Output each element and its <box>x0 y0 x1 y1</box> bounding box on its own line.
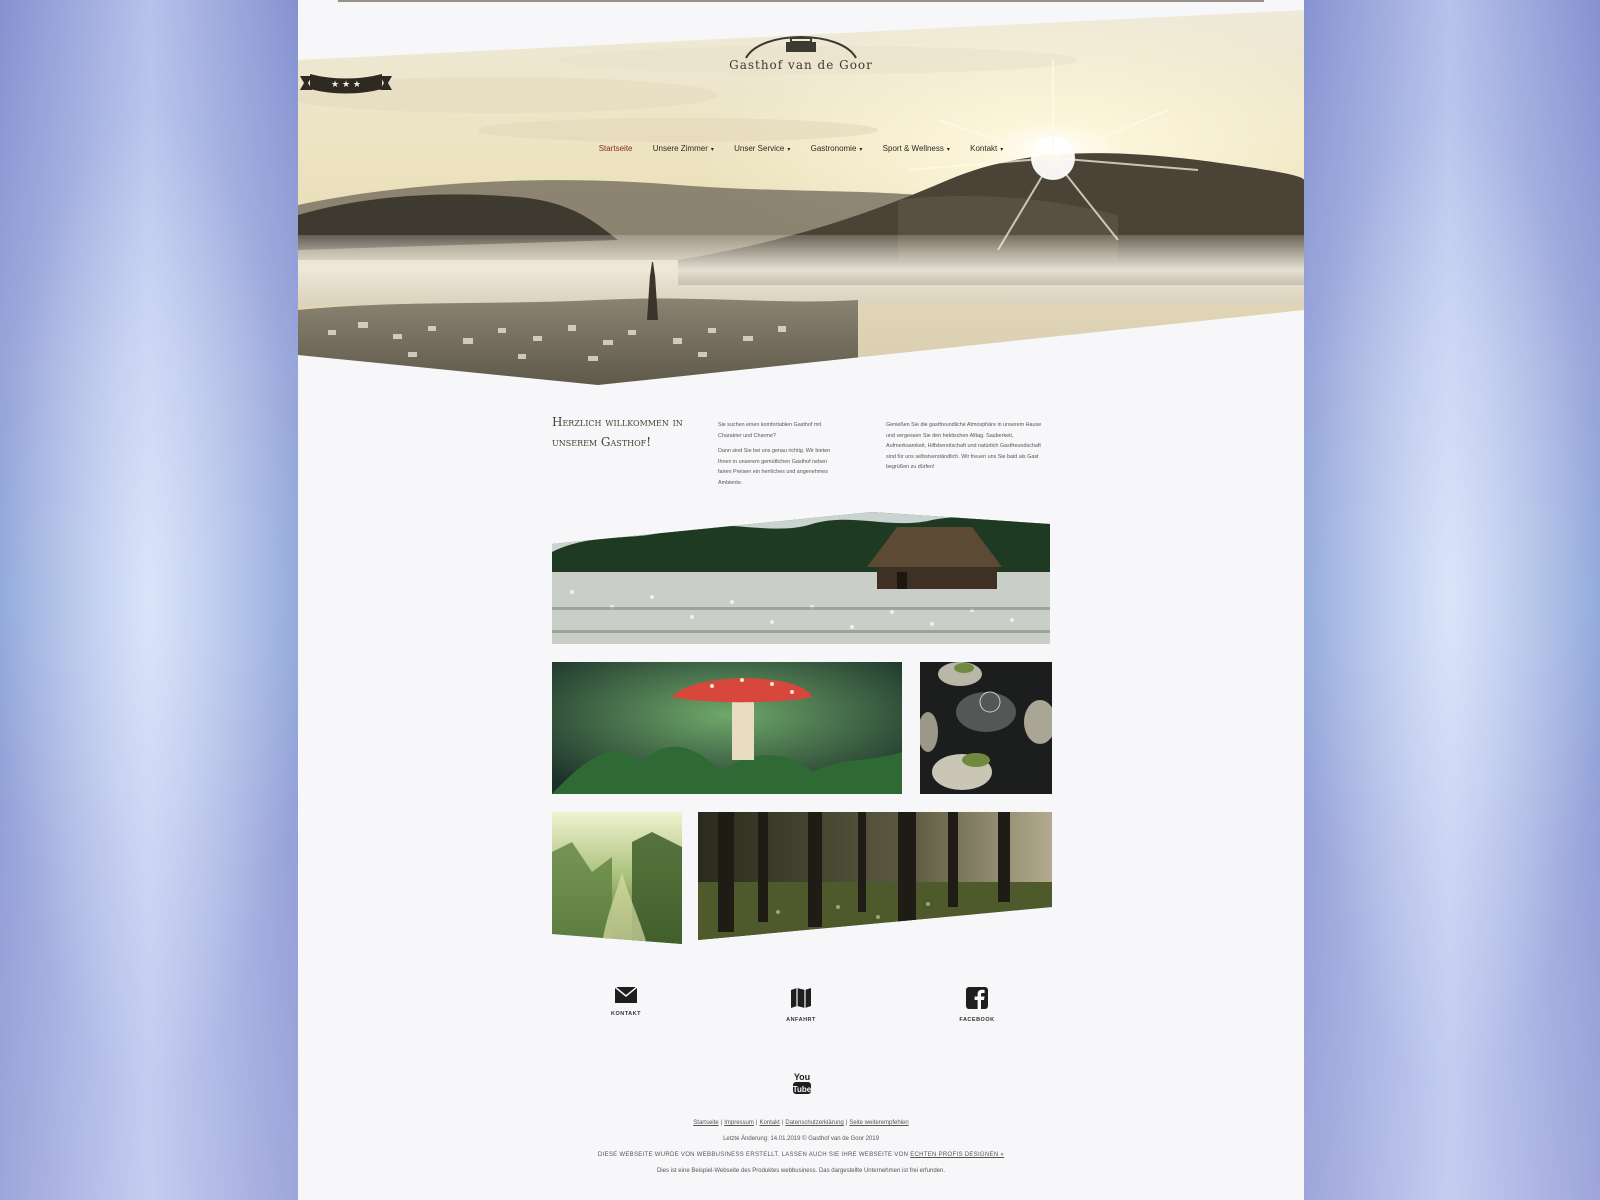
anfahrt-label: Anfahrt <box>786 1017 816 1023</box>
chevron-down-icon: ▾ <box>710 147 714 153</box>
logo-ribbon-icon: ★ ★ ★ <box>300 74 392 94</box>
footer-separator: | <box>781 1120 784 1126</box>
footer-last-change: Letzte Änderung: 14.01.2019 © Gasthof va… <box>723 1136 879 1142</box>
main-navigation: Startseite Unsere Zimmer ▾ Unser Service ▾… <box>298 144 1304 153</box>
youtube-text-bottom: Tube <box>793 1085 812 1094</box>
footer-link-startseite[interactable]: Startseite <box>693 1120 718 1126</box>
gallery-image-dark-forest[interactable] <box>698 812 1052 944</box>
anfahrt-link[interactable]: Anfahrt <box>771 986 831 1023</box>
facebook-icon <box>966 987 988 1009</box>
gallery-image-meadow-hut[interactable] <box>552 512 1050 644</box>
youtube-text-top: You <box>794 1072 810 1082</box>
gallery-image-mushroom[interactable] <box>552 662 902 794</box>
footer-design-link[interactable]: echten Profis designen » <box>910 1152 1004 1158</box>
youtube-icon: You Tube <box>793 1072 812 1094</box>
youtube-link[interactable]: You Tube <box>789 1070 815 1101</box>
footer-separator: | <box>845 1120 848 1126</box>
kontakt-link[interactable]: Kontakt <box>596 986 656 1017</box>
nav-label: Unser Service <box>734 144 785 153</box>
welcome-paragraph: Dann sind Sie bei uns genau richtig. Wir… <box>718 448 831 486</box>
footer-separator: | <box>755 1120 758 1126</box>
gallery-image-forest-path[interactable] <box>552 812 682 944</box>
logo-stars: ★ ★ ★ <box>331 80 361 90</box>
nav-item-startseite[interactable]: Startseite <box>599 144 633 153</box>
background-blur-left <box>0 0 300 1200</box>
welcome-paragraph: Genießen Sie die gastfreundliche Atmosph… <box>886 422 1042 470</box>
nav-item-unsere-zimmer[interactable]: Unsere Zimmer ▾ <box>653 144 714 153</box>
nav-label: Kontakt <box>970 144 998 153</box>
chevron-down-icon: ▾ <box>946 147 950 153</box>
brand-logo[interactable]: Gasthof van de Goor ★ ★ ★ <box>298 26 1304 94</box>
welcome-column-2: Genießen Sie die gastfreundliche Atmosph… <box>886 420 1044 478</box>
map-icon <box>791 988 811 1008</box>
nav-label: Unsere Zimmer <box>652 144 708 153</box>
logo-arch-icon <box>745 36 857 59</box>
background-blur-right <box>1300 0 1600 1200</box>
footer: Startseite | Impressum | Kontakt | Datenschutz… <box>298 1120 1304 1184</box>
nav-label: Sport & Wellness <box>882 144 944 153</box>
facebook-label: Facebook <box>959 1017 995 1023</box>
brand-title: Gasthof van de Goor <box>729 58 873 72</box>
envelope-icon <box>614 986 638 1003</box>
kontakt-label: Kontakt <box>611 1011 641 1017</box>
nav-item-gastronomie[interactable]: Gastronomie ▾ <box>811 144 863 153</box>
footer-link-weiterempfehlen[interactable]: Seite weiterempfehlen <box>849 1120 908 1126</box>
footer-separator: | <box>720 1120 723 1126</box>
website-page: Gasthof van de Goor ★ ★ ★ Startseite Uns… <box>298 0 1304 1200</box>
social-icons: Kontakt Anfahrt Facebook <box>552 986 1052 1036</box>
hero-banner: Gasthof van de Goor ★ ★ ★ Startseite Uns… <box>298 0 1304 390</box>
facebook-link[interactable]: Facebook <box>947 986 1007 1023</box>
nav-item-unser-service[interactable]: Unser Service ▾ <box>734 144 790 153</box>
footer-disclaimer: Dies ist eine Beispiel-Webseite des Prod… <box>656 1168 946 1174</box>
footer-link-impressum[interactable]: Impressum <box>724 1120 754 1126</box>
chevron-down-icon: ▾ <box>1000 147 1004 153</box>
footer-link-kontakt[interactable]: Kontakt <box>759 1120 779 1126</box>
gallery-image-stones-water[interactable] <box>920 662 1052 794</box>
chevron-down-icon: ▾ <box>787 147 791 153</box>
chevron-down-icon: ▾ <box>859 147 863 153</box>
footer-links: Startseite | Impressum | Kontakt | Datenschutz… <box>298 1120 1304 1126</box>
footer-created-by: Diese Webseite wurde von webbusiness ers… <box>298 1152 1304 1158</box>
footer-created-text: Diese Webseite wurde von webbusiness ers… <box>597 1152 909 1158</box>
welcome-heading: Herzlich willkommen in unserem Gasthof! <box>552 415 683 449</box>
welcome-paragraph: Sie suchen einen komfortablen Gasthof mi… <box>718 422 822 439</box>
nav-label: Startseite <box>598 144 633 153</box>
footer-link-datenschutz[interactable]: Datenschutzerklärung <box>785 1120 843 1126</box>
nav-label: Gastronomie <box>810 144 857 153</box>
nav-item-sport-wellness[interactable]: Sport & Wellness ▾ <box>883 144 950 153</box>
welcome-column-1: Sie suchen einen komfortablen Gasthof mi… <box>718 420 842 493</box>
nav-item-kontakt[interactable]: Kontakt ▾ <box>970 144 1003 153</box>
